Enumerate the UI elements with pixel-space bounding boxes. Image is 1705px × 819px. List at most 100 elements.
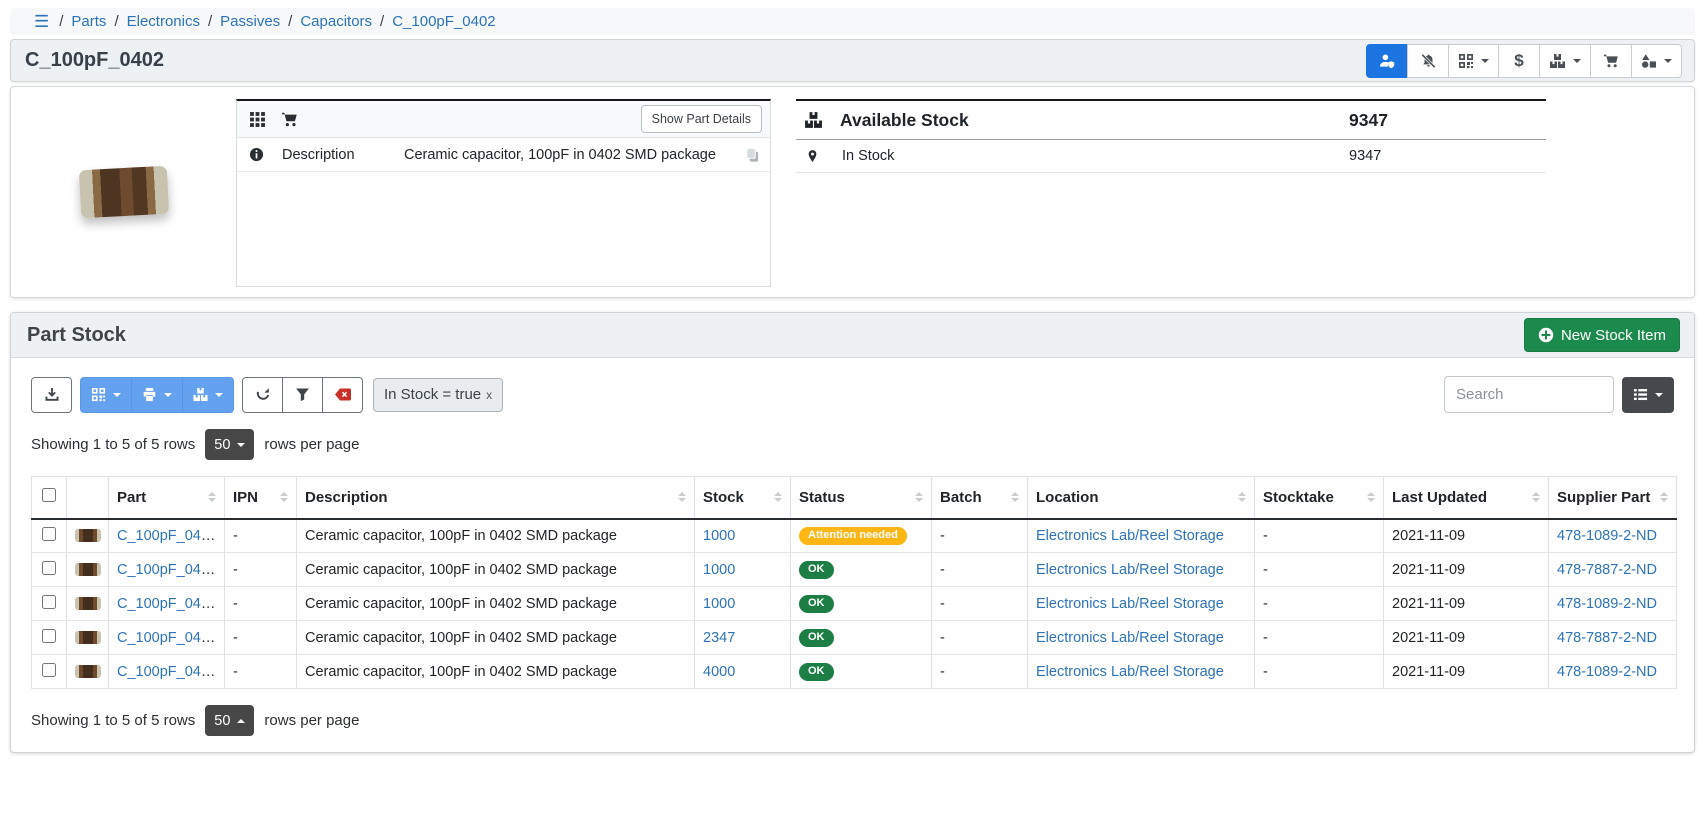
cell-batch: - (932, 519, 1028, 553)
search-input[interactable] (1444, 376, 1614, 413)
stock-link[interactable]: 4000 (703, 664, 735, 680)
stock-link[interactable]: 1000 (703, 562, 735, 578)
col-last-updated[interactable]: Last Updated (1384, 477, 1549, 519)
stock-link[interactable]: 2347 (703, 630, 735, 646)
sort-icon (672, 492, 686, 502)
new-stock-item-button[interactable]: New Stock Item (1524, 318, 1680, 352)
pagination-top: Showing 1 to 5 of 5 rows 50 rows per pag… (31, 429, 1674, 460)
breadcrumb-passives[interactable]: Passives (220, 13, 280, 30)
columns-dropdown-button[interactable] (1622, 377, 1674, 413)
part-link[interactable]: C_100pF_0402 (117, 528, 217, 544)
refresh-button[interactable] (242, 377, 283, 413)
row-checkbox[interactable] (42, 527, 56, 541)
stock-link[interactable]: 1000 (703, 528, 735, 544)
part-link[interactable]: C_100pF_0402 (117, 664, 217, 680)
part-thumbnail[interactable] (75, 563, 101, 576)
breadcrumb-parts[interactable]: Parts (71, 13, 106, 30)
new-stock-item-label: New Stock Item (1561, 327, 1666, 344)
location-link[interactable]: Electronics Lab/Reel Storage (1036, 528, 1224, 544)
part-thumbnail[interactable] (75, 631, 101, 644)
col-supplier-part[interactable]: Supplier Part (1549, 477, 1677, 519)
supplier-part-link[interactable]: 478-7887-2-ND (1557, 562, 1657, 578)
cell-part: C_100pF_0402 (109, 621, 225, 655)
blue-action-group (80, 377, 234, 413)
cell-supplier-part: 478-1089-2-ND (1549, 587, 1677, 621)
stock-actions-button[interactable] (1539, 44, 1591, 78)
show-part-details-button[interactable]: Show Part Details (641, 105, 762, 133)
cell-stock: 1000 (695, 587, 791, 621)
supplier-part-link[interactable]: 478-1089-2-ND (1557, 664, 1657, 680)
download-icon (44, 387, 60, 403)
part-thumbnail[interactable] (75, 529, 101, 542)
pagination-showing-text: Showing 1 to 5 of 5 rows (31, 712, 195, 729)
pricing-button[interactable]: $ (1498, 44, 1540, 78)
cell-stocktake: - (1255, 587, 1384, 621)
breadcrumb-capacitors[interactable]: Capacitors (300, 13, 372, 30)
shopping-cart-icon (1602, 53, 1620, 69)
active-filter-chip[interactable]: In Stock = true x (373, 378, 503, 412)
stock-options-dropdown-button[interactable] (182, 377, 234, 413)
stock-link[interactable]: 1000 (703, 596, 735, 612)
copy-icon[interactable] (745, 147, 760, 163)
col-description[interactable]: Description (297, 477, 695, 519)
location-link[interactable]: Electronics Lab/Reel Storage (1036, 664, 1224, 680)
part-thumbnail[interactable] (75, 665, 101, 678)
row-checkbox[interactable] (42, 595, 56, 609)
barcode-dropdown-button[interactable] (80, 377, 132, 413)
row-checkbox[interactable] (42, 663, 56, 677)
thumbnail-header (67, 477, 109, 519)
breadcrumb-electronics[interactable]: Electronics (127, 13, 200, 30)
part-link[interactable]: C_100pF_0402 (117, 562, 217, 578)
row-checkbox[interactable] (42, 561, 56, 575)
download-button[interactable] (31, 377, 72, 413)
cell-last-updated: 2021-11-09 (1384, 519, 1549, 553)
grid-icon[interactable] (249, 111, 266, 128)
print-dropdown-button[interactable] (131, 377, 183, 413)
in-stock-value: 9347 (1349, 148, 1542, 164)
remove-filter-icon[interactable]: x (486, 388, 492, 402)
supplier-part-link[interactable]: 478-1089-2-ND (1557, 528, 1657, 544)
cell-status: OK (791, 655, 932, 689)
supplier-part-link[interactable]: 478-1089-2-ND (1557, 596, 1657, 612)
cell-stock: 4000 (695, 655, 791, 689)
clear-filters-button[interactable] (322, 377, 363, 413)
location-link[interactable]: Electronics Lab/Reel Storage (1036, 596, 1224, 612)
col-part[interactable]: Part (109, 477, 225, 519)
col-stock[interactable]: Stock (695, 477, 791, 519)
page-size-value: 50 (214, 437, 230, 453)
cell-part: C_100pF_0402 (109, 553, 225, 587)
breadcrumb-separator: / (59, 13, 63, 30)
map-pin-icon (806, 148, 842, 164)
filter-button[interactable] (282, 377, 323, 413)
part-image[interactable] (78, 166, 168, 219)
supplier-part-link[interactable]: 478-7887-2-ND (1557, 630, 1657, 646)
table-toolbar: In Stock = true x (31, 376, 1674, 413)
notifications-off-button[interactable] (1407, 44, 1449, 78)
col-batch[interactable]: Batch (932, 477, 1028, 519)
cell-batch: - (932, 587, 1028, 621)
col-ipn[interactable]: IPN (225, 477, 297, 519)
page-size-dropdown[interactable]: 50 (205, 429, 254, 460)
select-all-checkbox[interactable] (42, 488, 56, 502)
in-stock-row: In Stock 9347 (796, 140, 1546, 173)
location-link[interactable]: Electronics Lab/Reel Storage (1036, 630, 1224, 646)
row-checkbox[interactable] (42, 629, 56, 643)
col-location[interactable]: Location (1028, 477, 1255, 519)
part-action-buttons: $ (1366, 44, 1682, 78)
available-stock-card: Available Stock 9347 In Stock 9347 (796, 99, 1546, 285)
col-stocktake[interactable]: Stocktake (1255, 477, 1384, 519)
part-thumbnail[interactable] (75, 597, 101, 610)
page-size-dropdown[interactable]: 50 (205, 705, 254, 736)
breadcrumb-current-part[interactable]: C_100pF_0402 (392, 13, 495, 30)
part-link[interactable]: C_100pF_0402 (117, 630, 217, 646)
location-link[interactable]: Electronics Lab/Reel Storage (1036, 562, 1224, 578)
chevron-down-icon (215, 393, 223, 397)
barcode-actions-button[interactable] (1448, 44, 1499, 78)
col-status[interactable]: Status (791, 477, 932, 519)
admin-user-button[interactable] (1366, 44, 1408, 78)
part-actions-button[interactable] (1631, 44, 1682, 78)
part-link[interactable]: C_100pF_0402 (117, 596, 217, 612)
shopping-cart-icon[interactable] (280, 111, 299, 128)
purchase-button[interactable] (1590, 44, 1632, 78)
menu-icon[interactable]: ☰ (34, 12, 49, 32)
